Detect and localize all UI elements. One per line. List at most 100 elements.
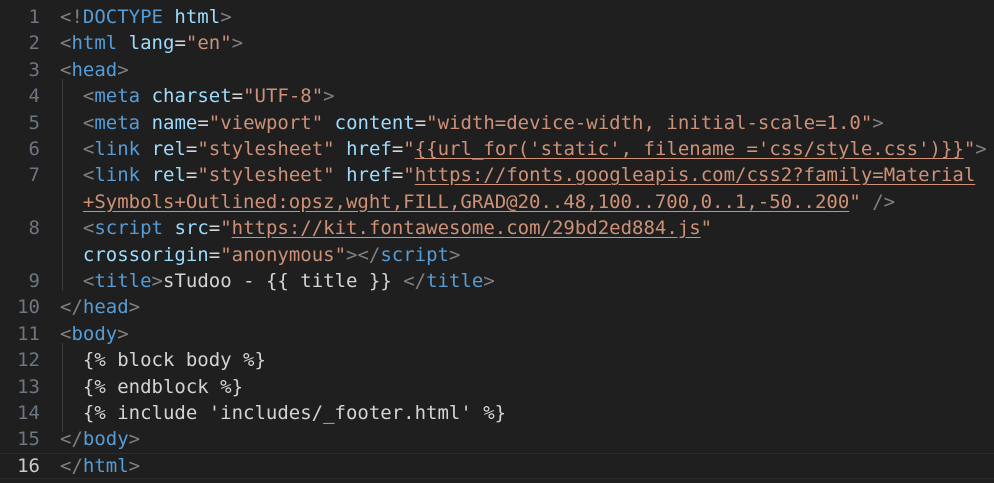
code-token: </ (60, 296, 83, 319)
line-code: <meta charset="UTF-8"> (60, 83, 335, 109)
code-token: < (82, 270, 95, 292)
code-token: "width=device-width, initial-scale=1.0" (426, 111, 873, 134)
code-token: crossorigin (82, 243, 209, 266)
code-line[interactable]: 11 <body> (0, 321, 994, 347)
line-code: {% block body %} (60, 347, 266, 373)
code-token: title (94, 270, 152, 292)
code-token: head (71, 58, 118, 81)
code-line[interactable]: 6 <link rel="stylesheet" href="{{url_for… (0, 136, 994, 162)
code-line[interactable]: crossorigin="anonymous"></script> (0, 242, 994, 268)
code-token: > (220, 6, 232, 28)
code-token: < (82, 111, 95, 134)
code-line[interactable]: 8 <script src="https://kit.fontawesome.c… (0, 215, 994, 241)
code-token: < (82, 138, 95, 160)
code-line[interactable]: 14 {% include 'includes/_footer.html' %} (0, 400, 994, 426)
code-token: charset (151, 85, 232, 108)
code-token: = (174, 32, 186, 55)
code-token: "stylesheet" (197, 164, 335, 187)
code-token: <! (60, 6, 83, 28)
code-token: /> (872, 190, 896, 213)
code-line[interactable]: 5 <meta name="viewport" content="width=d… (0, 110, 994, 136)
code-line[interactable]: 7 <link rel="stylesheet" href="https://f… (0, 162, 994, 188)
code-token: > (483, 270, 495, 292)
code-token: </ (403, 270, 427, 292)
line-number: 10 (17, 296, 40, 319)
line-number: 1 (28, 6, 40, 28)
line-number: 9 (28, 270, 40, 292)
code-token: > (128, 428, 141, 451)
code-line[interactable]: 9 <title>sTudoo - {{ title }} </title> (0, 268, 994, 294)
line-code: <link rel="stylesheet" href="{{url_for('… (60, 136, 987, 162)
code-token: link (94, 138, 141, 160)
code-token: = (414, 111, 427, 134)
code-token: > (323, 85, 335, 108)
code-token: rel (151, 138, 186, 160)
line-code: </body> (60, 426, 140, 452)
line-number: 3 (28, 58, 40, 81)
code-token: </ (60, 454, 83, 477)
code-token: {{url_for('static', filename ='css/style… (414, 138, 964, 160)
line-code: <html lang="en"> (60, 30, 243, 56)
code-token: "en" (185, 32, 232, 55)
code-token: = (208, 243, 221, 266)
code-token: ></ (346, 243, 381, 266)
code-line[interactable]: 15 </body> (0, 426, 994, 452)
code-token: html (174, 6, 221, 28)
code-token: = (185, 138, 198, 160)
code-editor[interactable]: 1 <!DOCTYPE html> 2 <html lang="en"> 3 <head>… (0, 0, 994, 483)
code-line[interactable]: 10 </head> (0, 294, 994, 320)
line-code: {% include 'includes/_footer.html' %} (60, 400, 506, 426)
line-number: 12 (17, 349, 40, 372)
code-token: title (426, 270, 484, 292)
code-line[interactable]: +Symbols+Outlined:opsz,wght,FILL,GRAD@20… (0, 189, 994, 215)
line-number: 15 (17, 428, 40, 451)
code-token: > (151, 270, 163, 292)
line-code: </html> (60, 454, 140, 478)
code-token: "stylesheet" (197, 138, 335, 160)
code-token: html (82, 454, 129, 477)
line-code: <head> (60, 57, 129, 83)
code-token: > (117, 58, 129, 81)
code-line[interactable]: 2 <html lang="en"> (0, 30, 994, 56)
line-code: crossorigin="anonymous"></script> (60, 242, 461, 268)
code-token: = (185, 164, 198, 187)
code-token: +Symbols+Outlined:opsz,wght,FILL,GRAD@20… (82, 190, 850, 213)
line-number: 5 (28, 111, 40, 134)
code-token: "UTF-8" (243, 85, 324, 108)
line-code: +Symbols+Outlined:opsz,wght,FILL,GRAD@20… (60, 189, 895, 215)
code-line[interactable]: 3 <head> (0, 57, 994, 83)
code-line[interactable]: 4 <meta charset="UTF-8"> (0, 83, 994, 109)
code-token: https://kit.fontawesome.com/29bd2ed884.j… (231, 217, 701, 240)
code-line[interactable]: 16 </html> (0, 452, 994, 479)
code-token: > (975, 138, 987, 160)
code-token: lang (128, 32, 175, 55)
code-token: > (449, 243, 461, 266)
code-token: body (71, 322, 118, 345)
code-token: " (403, 138, 415, 160)
code-token: </ (60, 428, 83, 451)
code-token: > (128, 454, 141, 477)
line-number: 11 (17, 322, 40, 345)
code-token: > (231, 32, 244, 55)
code-line[interactable]: 12 {% block body %} (0, 347, 994, 373)
code-token: src (174, 217, 209, 240)
code-token: < (60, 32, 72, 55)
code-token: "viewport" (208, 111, 324, 134)
code-token: " (403, 164, 415, 187)
code-line[interactable]: 13 {% endblock %} (0, 374, 994, 400)
line-number: 4 (28, 85, 40, 108)
code-token: link (94, 164, 141, 187)
code-token: " (220, 217, 232, 240)
code-line[interactable]: 1 <!DOCTYPE html> (0, 4, 994, 30)
